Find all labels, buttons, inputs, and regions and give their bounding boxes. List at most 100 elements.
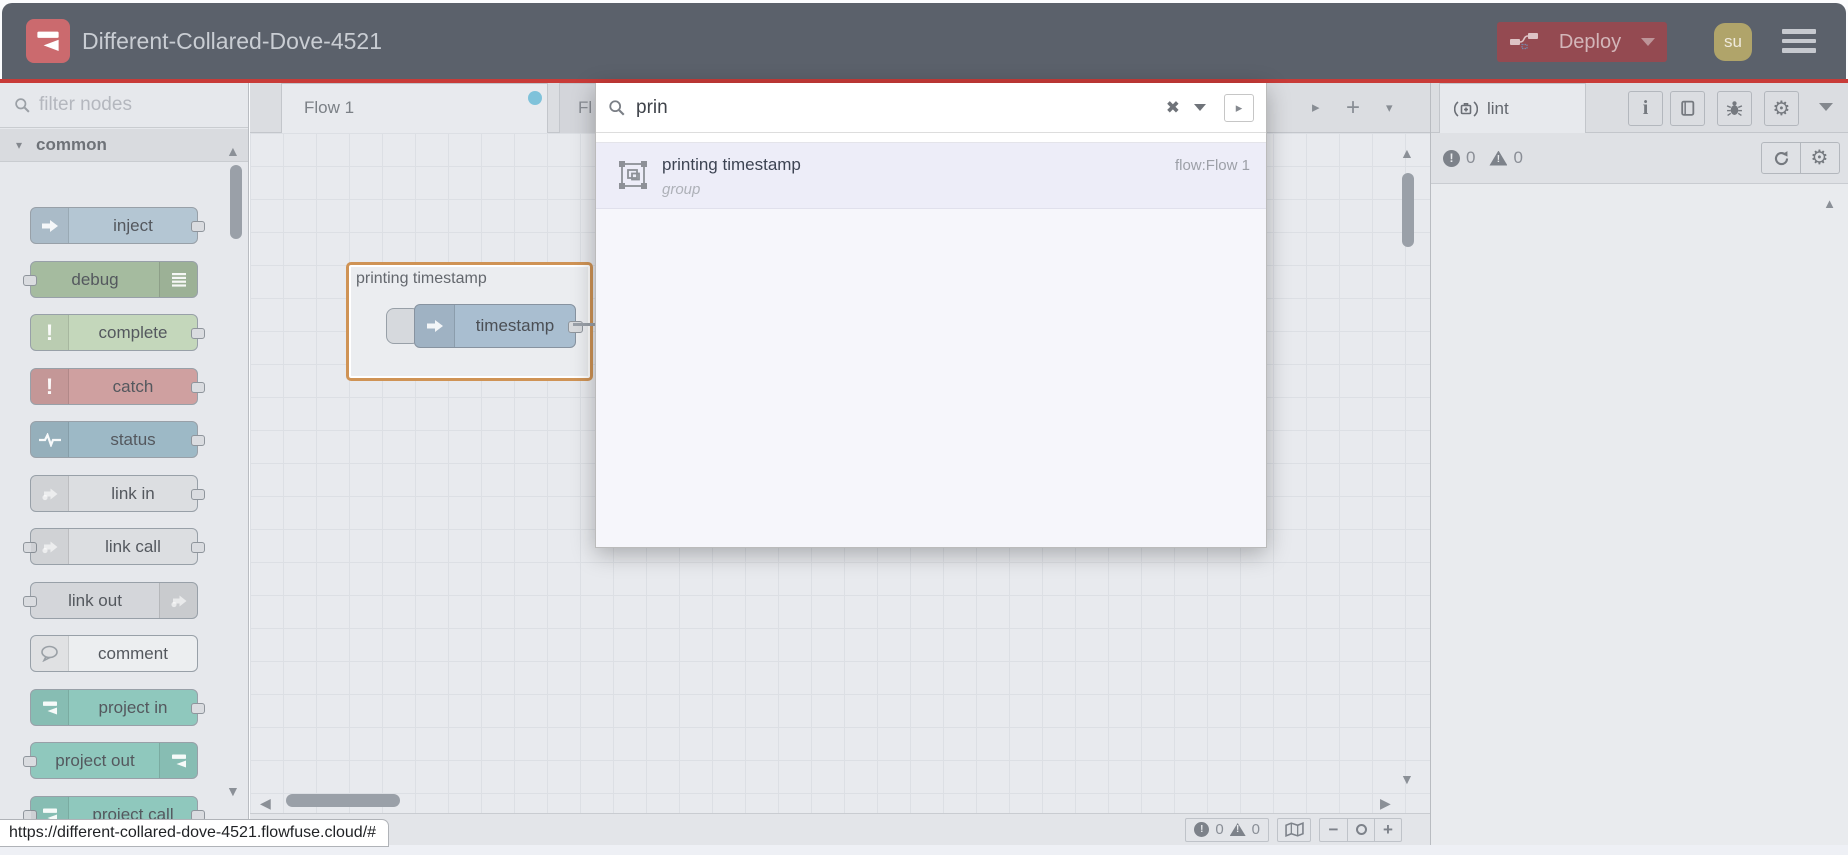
error-icon: ! [1194,822,1210,837]
search-dialog: ✖ ▸ pri [595,83,1267,548]
palette-node-label: status [110,429,156,449]
lint-settings-button[interactable]: ⚙ [1800,142,1840,174]
right-sidebar: lint i ⚙ ! 0 ! 0 ⚙ ▲ [1430,83,1848,845]
main-menu-button[interactable] [1782,29,1816,58]
zoom-controls: − + [1319,817,1402,842]
zoom-in-button[interactable]: + [1374,818,1401,841]
palette-node-label: debug [71,269,119,289]
palette-node-link-call[interactable]: link call [23,528,205,565]
group-label: printing timestamp [356,270,487,287]
inject-node-timestamp[interactable]: timestamp [414,304,583,348]
deploy-button[interactable]: Deploy [1497,22,1667,62]
exclaim-icon: ! [31,315,69,350]
tab-lint-label: lint [1487,98,1509,118]
tab-lint[interactable]: lint [1439,83,1586,133]
palette-scroll-down-icon[interactable]: ▼ [226,783,240,799]
arrow-right-icon [31,208,69,243]
palette-node-link-in[interactable]: link in [30,475,205,512]
warning-icon: ! [1489,150,1508,166]
tab-flow-2-label: Fl [578,98,593,117]
group-printing-timestamp[interactable]: printing timestamp timestamp [346,262,593,381]
palette-node-debug[interactable]: debug [23,261,198,298]
group-icon [618,160,648,195]
lint-summary-row: ! 0 ! 0 ⚙ [1431,133,1848,184]
zoom-reset-icon [1355,824,1367,835]
result-title: printing timestamp [662,155,801,174]
tab-flow-1-label: Flow 1 [304,98,355,117]
deploy-options-caret-icon[interactable] [1641,38,1655,46]
zoom-out-button[interactable]: − [1320,819,1347,841]
palette-node-comment[interactable]: comment [30,635,198,672]
brand-logo-icon [26,19,70,63]
exclaim-icon: ! [31,369,69,404]
inject-arrow-icon [415,305,455,347]
status-url-tooltip: https://different-collared-dove-4521.flo… [0,819,390,847]
palette-category-label: common [36,135,107,154]
navigator-map-button[interactable] [1277,817,1311,842]
tab-scroll-right-icon[interactable]: ▸ [1312,83,1320,133]
palette-node-catch[interactable]: ! catch [30,368,205,405]
bug-icon [1726,101,1743,116]
hamburger-icon [1782,38,1816,43]
canvas-scroll-down-icon[interactable]: ▼ [1400,771,1414,787]
add-flow-icon[interactable]: + [1346,83,1360,133]
project-icon [159,743,197,778]
lint-refresh-button[interactable] [1761,142,1801,174]
debug-tab-button[interactable] [1717,91,1752,126]
tab-flow-1[interactable]: Flow 1 [281,83,548,133]
info-tab-button[interactable]: i [1628,91,1663,126]
palette-node-label: comment [98,643,168,663]
search-icon [15,97,30,113]
palette-node-label: project out [55,750,135,770]
palette-node-project-out[interactable]: project out [23,742,198,779]
sidebar-menu-caret-icon[interactable] [1819,103,1833,111]
footer-notification-counts[interactable]: ! 0 ! 0 [1185,817,1269,842]
palette-node-label: link call [105,536,161,556]
palette-node-label: link in [111,483,155,503]
footer-warning-count: 0 [1251,821,1260,838]
warning-icon: ! [1229,823,1246,836]
config-tab-button[interactable]: ⚙ [1764,91,1799,126]
comment-icon [31,636,69,671]
search-result-row[interactable]: printing timestamp group flow:Flow 1 [596,143,1266,209]
palette-node-label: complete [98,322,168,342]
search-icon [609,99,625,116]
palette-scrollbar-thumb[interactable] [230,165,242,239]
canvas-scroll-up-icon[interactable]: ▲ [1400,145,1414,161]
search-options-caret-icon[interactable] [1194,104,1206,111]
user-avatar[interactable]: su [1714,23,1752,61]
palette-filter-input[interactable] [39,94,199,116]
palette-node-label: catch [112,376,154,396]
help-tab-button[interactable] [1670,91,1705,126]
palette-node-complete[interactable]: ! complete [30,314,205,351]
chevron-down-icon: ▾ [16,138,23,152]
node-palette: ▾ common inject debug! complete! catch statu… [0,83,249,845]
gear-icon: ⚙ [1772,97,1791,120]
clear-search-icon[interactable]: ✖ [1162,98,1184,118]
palette-node-status[interactable]: status [30,421,205,458]
search-expand-button[interactable]: ▸ [1224,93,1254,122]
canvas-scroll-right-icon[interactable]: ▶ [1380,795,1391,812]
palette-filter-row [0,83,248,128]
list-icon [159,262,197,297]
pulse-icon [31,422,69,457]
info-icon: i [1642,97,1649,119]
palette-node-label: link out [68,590,122,610]
canvas-hscrollbar-thumb[interactable] [286,794,400,807]
canvas-vscrollbar-thumb[interactable] [1402,173,1414,247]
result-type: group [662,181,701,198]
zoom-reset-button[interactable] [1347,818,1374,841]
palette-node-link-out[interactable]: link out [23,582,198,619]
search-input[interactable] [636,96,1152,119]
deploy-label: Deploy [1558,30,1622,53]
book-icon [1681,100,1695,116]
palette-node-project-in[interactable]: project in [30,689,205,726]
flow-list-caret-icon[interactable]: ▾ [1386,83,1393,133]
palette-node-inject[interactable]: inject [30,207,205,244]
hamburger-icon [1782,29,1816,34]
palette-scroll-up-icon[interactable]: ▲ [226,143,240,159]
palette-category-common[interactable]: ▾ common [0,129,248,162]
sidebar-scroll-up-icon[interactable]: ▲ [1823,196,1836,211]
link-icon [31,529,69,564]
canvas-scroll-left-icon[interactable]: ◀ [260,795,271,812]
